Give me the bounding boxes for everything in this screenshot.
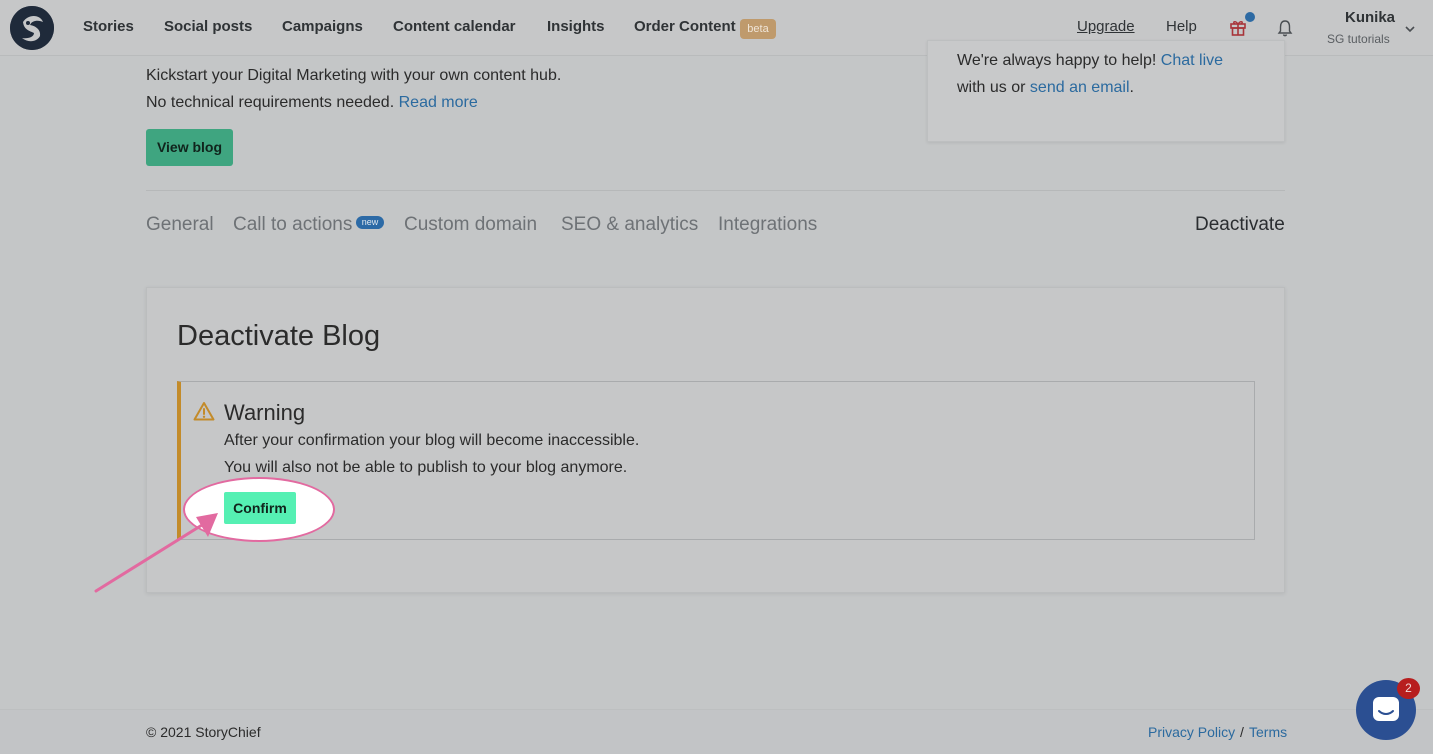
- help-text-with-us: with us or: [957, 79, 1026, 96]
- new-badge: new: [356, 216, 384, 229]
- chevron-down-icon[interactable]: [1403, 22, 1417, 36]
- user-name[interactable]: Kunika: [1345, 9, 1395, 26]
- user-organization[interactable]: SG tutorials: [1327, 32, 1390, 46]
- help-text-prefix: We're always happy to help!: [957, 52, 1157, 69]
- terms-link[interactable]: Terms: [1249, 724, 1287, 740]
- gift-icon[interactable]: [1229, 18, 1247, 36]
- nav-insights[interactable]: Insights: [547, 18, 605, 35]
- divider: [146, 190, 1285, 191]
- privacy-policy-link[interactable]: Privacy Policy: [1148, 724, 1235, 740]
- nav-social-posts[interactable]: Social posts: [164, 18, 252, 35]
- intro-requirements-text: No technical requirements needed.: [146, 94, 395, 111]
- intro-text: Kickstart your Digital Marketing with yo…: [146, 67, 562, 84]
- chat-unread-badge: 2: [1397, 678, 1420, 699]
- footer-separator: /: [1240, 724, 1244, 740]
- upgrade-link[interactable]: Upgrade: [1077, 18, 1135, 35]
- annotation-arrow: [94, 513, 218, 593]
- warning-icon: [193, 402, 215, 421]
- help-link[interactable]: Help: [1166, 18, 1197, 35]
- chat-icon[interactable]: [1370, 694, 1402, 726]
- help-text-secondary: with us or send an email.: [957, 79, 1134, 97]
- read-more-link[interactable]: Read more: [399, 94, 478, 111]
- page-title: Deactivate Blog: [177, 320, 381, 352]
- tab-deactivate[interactable]: Deactivate: [1195, 214, 1285, 236]
- help-text: We're always happy to help! Chat live: [957, 52, 1223, 70]
- tab-general[interactable]: General: [146, 214, 214, 236]
- bell-icon[interactable]: [1277, 19, 1293, 37]
- tab-custom-domain[interactable]: Custom domain: [404, 214, 537, 236]
- intro-text-secondary: No technical requirements needed. Read m…: [146, 94, 478, 112]
- warning-text-secondary: You will also not be able to publish to …: [224, 459, 628, 476]
- warning-heading: Warning: [224, 400, 306, 425]
- warning-text: After your confirmation your blog will b…: [224, 432, 640, 449]
- send-email-link[interactable]: send an email: [1030, 79, 1130, 96]
- tab-integrations[interactable]: Integrations: [718, 214, 817, 236]
- tab-seo-analytics[interactable]: SEO & analytics: [561, 214, 698, 236]
- tab-call-to-actions[interactable]: Call to actions: [233, 214, 352, 236]
- nav-content-calendar[interactable]: Content calendar: [393, 18, 516, 35]
- notification-dot: [1245, 12, 1255, 22]
- nav-campaigns[interactable]: Campaigns: [282, 18, 363, 35]
- beta-badge: beta: [740, 19, 776, 39]
- help-text-period: .: [1129, 79, 1134, 96]
- confirm-button[interactable]: Confirm: [224, 492, 296, 524]
- chat-live-link[interactable]: Chat live: [1161, 52, 1223, 69]
- copyright-text: © 2021 StoryChief: [146, 724, 261, 740]
- nav-order-content[interactable]: Order Content: [634, 18, 736, 35]
- nav-stories[interactable]: Stories: [83, 18, 134, 35]
- logo-icon[interactable]: [10, 6, 54, 50]
- view-blog-button[interactable]: View blog: [146, 129, 233, 166]
